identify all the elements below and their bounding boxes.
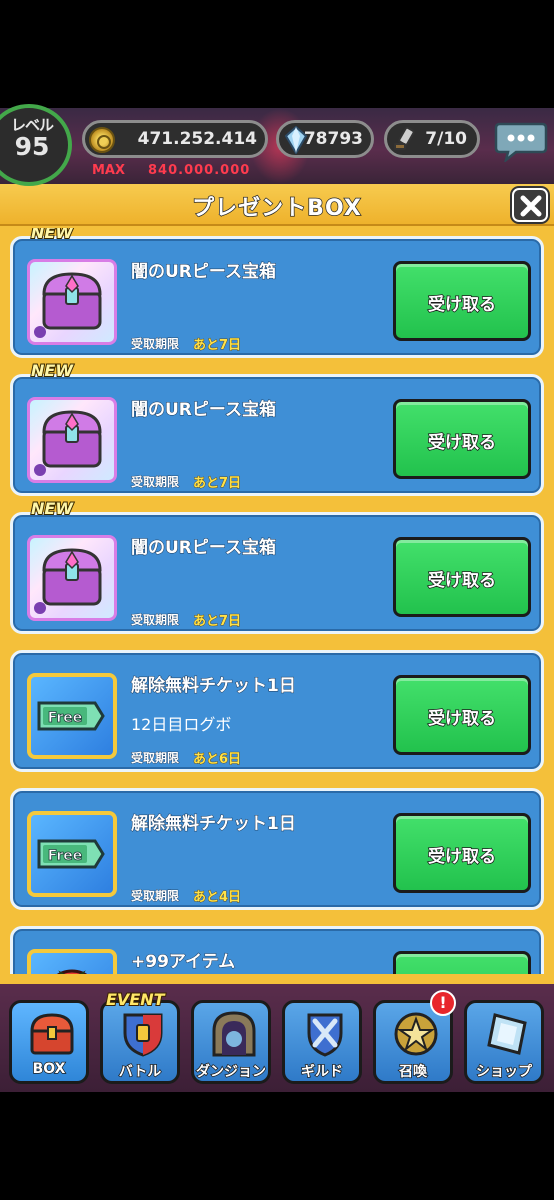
nav-label: ギルド xyxy=(300,1063,344,1081)
modal-title: プレゼントBOX xyxy=(191,195,362,222)
item-note: 12日目ログボ xyxy=(131,715,232,734)
expiry-label: 受取期限 xyxy=(131,613,180,628)
nav-battle-button[interactable]: バトル xyxy=(100,1000,180,1084)
stamina-sword-icon xyxy=(394,127,415,150)
ticket-free-text: Free xyxy=(48,710,83,726)
present-item: +99アイテム xyxy=(10,926,544,978)
modal-header: プレゼントBOX xyxy=(0,184,554,226)
treasure-chest-icon xyxy=(27,259,117,345)
nav-box-button[interactable]: BOX xyxy=(9,1000,89,1084)
treasure-chest-icon xyxy=(27,397,117,483)
free-ticket-icon: Free xyxy=(27,673,117,759)
guild-swords-icon xyxy=(307,1013,343,1057)
summon-star-icon xyxy=(394,1012,438,1056)
claim-button[interactable]: 受け取る xyxy=(393,813,531,893)
nav-label: ショップ xyxy=(475,1063,533,1081)
expiry-label: 受取期限 xyxy=(131,337,180,352)
gem-amount: 78793 xyxy=(303,129,363,149)
ticket-free-text: Free xyxy=(48,848,83,864)
claim-button[interactable]: 受け取る xyxy=(393,537,531,617)
item-name: +99アイテム xyxy=(130,952,236,973)
item-name: 闇のURピース宝箱 xyxy=(130,400,277,421)
gem-counter[interactable]: 78793 xyxy=(276,120,374,158)
present-box-modal: プレゼントBOX NEW 闇のURピース宝箱 受取期限 あと7日 受け取る NE… xyxy=(0,184,554,984)
free-ticket-icon: Free xyxy=(27,811,117,897)
claim-label: 受け取る xyxy=(427,432,497,454)
stamina-counter[interactable]: 7/10 xyxy=(384,120,480,158)
dungeon-gate-icon xyxy=(212,1011,256,1057)
item-name: 解除無料チケット1日 xyxy=(131,814,297,835)
event-badge: EVENT xyxy=(105,989,166,1010)
present-item: Free 解除無料チケット1日 12日目ログボ 受取期限 あと6日 受け取る xyxy=(10,650,544,772)
expiry-value: あと7日 xyxy=(193,476,242,492)
new-badge: NEW xyxy=(30,228,74,243)
stamina-amount: 7/10 xyxy=(425,129,467,149)
claim-label: 受け取る xyxy=(427,846,497,868)
claim-label: 受け取る xyxy=(427,570,497,592)
expiry-value: あと4日 xyxy=(193,890,242,906)
expiry-value: あと7日 xyxy=(193,338,242,354)
present-item: Free 解除無料チケット1日 受取期限 あと4日 受け取る xyxy=(10,788,544,910)
coin-max-label: MAX xyxy=(92,163,126,178)
nav-guild-button[interactable]: ギルド xyxy=(282,1000,362,1084)
modal-footer xyxy=(0,974,554,984)
present-item: NEW 闇のURピース宝箱 受取期限 あと7日 受け取る xyxy=(10,360,544,496)
battle-shield-icon xyxy=(123,1013,163,1057)
close-x-icon xyxy=(520,195,542,217)
nav-label: ダンジョン xyxy=(195,1063,267,1081)
treasure-chest-icon xyxy=(27,535,117,621)
coin-counter[interactable]: 471.252.414 xyxy=(82,120,268,158)
expiry-label: 受取期限 xyxy=(131,475,180,490)
expiry-label: 受取期限 xyxy=(131,889,180,904)
shop-crystal-icon xyxy=(487,1013,527,1055)
expiry-value: あと7日 xyxy=(193,614,242,630)
level-value: 95 xyxy=(14,132,50,161)
claim-label: 受け取る xyxy=(427,294,497,316)
present-list[interactable]: NEW 闇のURピース宝箱 受取期限 あと7日 受け取る NEW 闇のURピース… xyxy=(0,228,554,978)
alert-badge: ! xyxy=(430,990,456,1016)
claim-label: 受け取る xyxy=(427,708,497,730)
nav-label: BOX xyxy=(32,1060,66,1078)
item-name: 闇のURピース宝箱 xyxy=(130,538,277,559)
chat-bubble-icon[interactable] xyxy=(494,120,548,162)
nav-label: バトル xyxy=(118,1063,162,1081)
item-name: 闇のURピース宝箱 xyxy=(130,262,277,283)
close-button[interactable] xyxy=(512,188,548,222)
coin-max-value: 840.000.000 xyxy=(148,163,251,178)
present-item: NEW 闇のURピース宝箱 受取期限 あと7日 受け取る xyxy=(10,498,544,634)
bottom-nav: EVENT ! BOX バトル ダンジョン ギルド 召喚 ショップ xyxy=(0,984,554,1092)
new-badge: NEW xyxy=(30,498,74,519)
nav-label: 召喚 xyxy=(398,1063,428,1081)
coin-amount: 471.252.414 xyxy=(137,129,257,149)
present-item: NEW 闇のURピース宝箱 受取期限 あと7日 受け取る xyxy=(10,228,544,358)
claim-button[interactable]: 受け取る xyxy=(393,399,531,479)
nav-dungeon-button[interactable]: ダンジョン xyxy=(191,1000,271,1084)
game-screen: レベル 95 471.252.414 MAX 840.000.000 78793… xyxy=(0,0,554,1200)
claim-button[interactable]: 受け取る xyxy=(393,675,531,755)
coin-icon xyxy=(89,127,115,153)
item-name: 解除無料チケット1日 xyxy=(131,676,297,697)
new-badge: NEW xyxy=(30,360,74,381)
box-chest-icon xyxy=(30,1013,74,1055)
nav-shop-button[interactable]: ショップ xyxy=(464,1000,544,1084)
expiry-label: 受取期限 xyxy=(131,751,180,766)
gem-icon xyxy=(285,126,307,154)
claim-button[interactable]: 受け取る xyxy=(393,261,531,341)
expiry-value: あと6日 xyxy=(193,752,242,768)
